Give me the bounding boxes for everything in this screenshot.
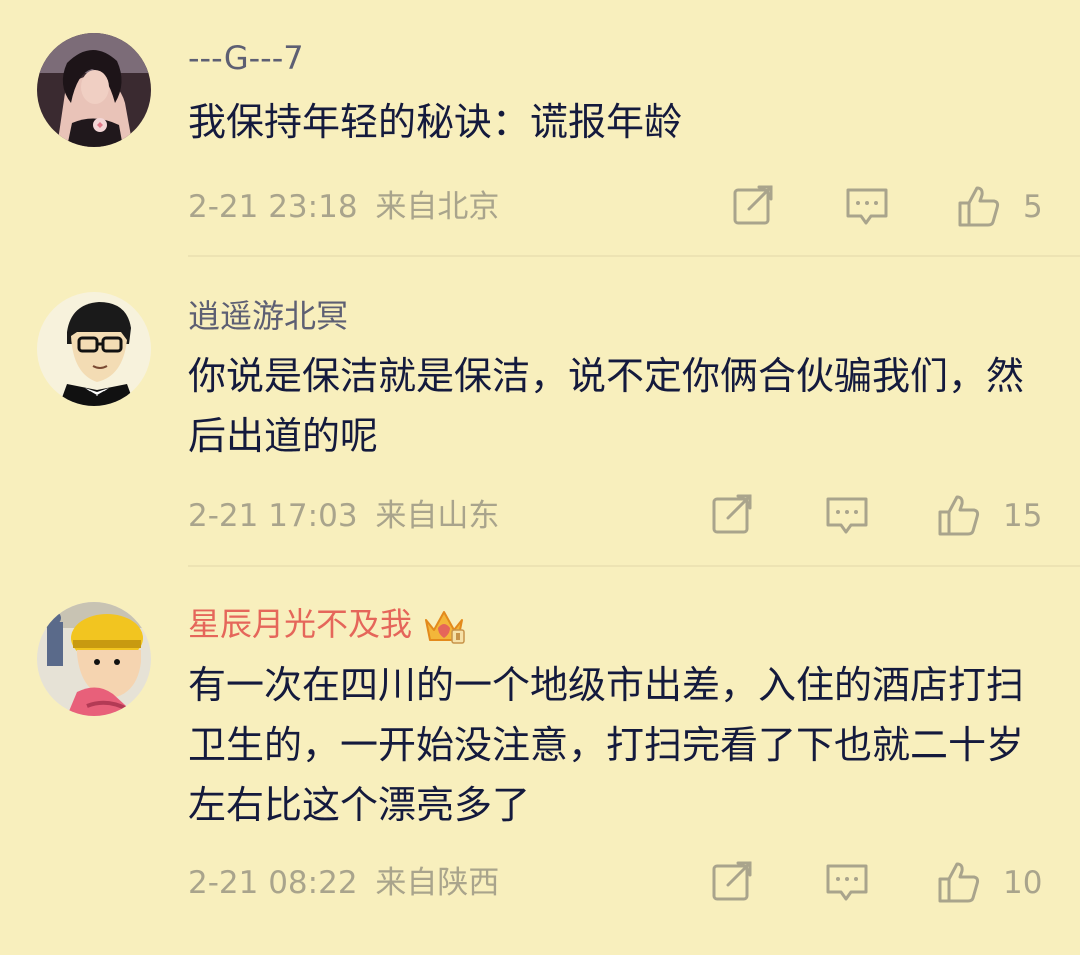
share-icon[interactable] <box>711 860 755 904</box>
comment-date: 2-21 08:22 <box>188 865 358 901</box>
username-text: 星辰月光不及我 <box>188 605 413 643</box>
comment-icon[interactable] <box>825 860 869 904</box>
thumbs-up-icon[interactable] <box>937 860 981 904</box>
like-count: 10 <box>1003 865 1043 901</box>
comment-meta: 2-21 08:22 来自陕西 <box>188 863 499 903</box>
avatar[interactable] <box>37 602 151 716</box>
comment-location: 来自陕西 <box>375 865 500 901</box>
username[interactable]: 星辰月光不及我 <box>188 604 466 646</box>
avatar-image <box>37 602 151 716</box>
crown-vip-icon <box>425 611 465 644</box>
comment-item: 星辰月光不及我 有一次在四川的一个地级市出差，入住的酒店打扫卫生的，一开始没注意… <box>0 0 1080 955</box>
comment-text: 有一次在四川的一个地级市出差，入住的酒店打扫卫生的，一开始没注意，打扫完看了下也… <box>188 663 1025 827</box>
